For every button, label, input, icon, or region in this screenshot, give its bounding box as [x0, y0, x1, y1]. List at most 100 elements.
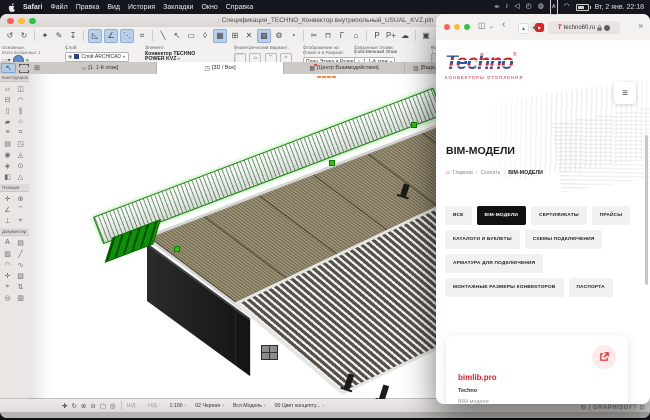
column-tool-icon[interactable]: ▯ [1, 105, 14, 116]
menu-item[interactable]: Вид [107, 4, 120, 11]
menu-item[interactable]: История [128, 4, 155, 11]
hotspot-tool-icon[interactable]: ✛ [1, 270, 14, 281]
zoom-in-icon[interactable]: ⊕ [81, 402, 86, 410]
shell-tool-icon[interactable]: ◠ [14, 94, 27, 105]
stair-tool-icon[interactable]: ≡ [1, 127, 14, 138]
filter-chip[interactable]: АРМАТУРА ДЛЯ ПОДКЛЮЧЕНИЯ [445, 254, 543, 273]
p-plus-icon[interactable]: P+ [385, 30, 397, 42]
quick-options-dropdown[interactable]: Вся Модель› [233, 403, 266, 409]
tab-floor-plan[interactable]: ▱ [1. 1-й этаж] [44, 62, 157, 74]
favicon-tree[interactable]: ▲ [518, 23, 529, 34]
apple-logo-icon[interactable] [8, 3, 16, 12]
slab-tool-icon[interactable]: ▰ [1, 116, 14, 127]
marquee-tool-icon[interactable] [17, 62, 30, 74]
active-app-name[interactable]: Safari [23, 4, 42, 11]
delete-x-icon[interactable]: ✕ [243, 30, 255, 42]
filter-chip[interactable]: СХЕМЫ ПОДКЛЮЧЕНИЯ [525, 230, 603, 249]
tab-overview-icon[interactable]: ⊞ [30, 62, 44, 74]
scrollbar[interactable] [645, 135, 649, 285]
section-tool-icon[interactable]: ⇅ [14, 281, 27, 292]
window-tool-icon[interactable]: ⊟ [1, 94, 14, 105]
worksheet-tool-icon[interactable]: ▥ [14, 292, 27, 303]
display-icon[interactable]: ⌯ [494, 0, 500, 14]
keyboard-layout-icon[interactable]: А [550, 0, 558, 15]
chevron-down-icon[interactable]: ⌄ [489, 23, 494, 30]
lock-icon[interactable]: ◊ [199, 30, 211, 42]
layer-dropdown[interactable]: ◉ Слой ARCHICAD ▸ [65, 52, 129, 62]
spline-tool-icon[interactable]: ∿ [14, 259, 27, 270]
quick-options-dropdown[interactable]: 1:100› [170, 403, 187, 409]
wifi-icon[interactable]: ◠ [564, 0, 570, 14]
morph-tool-icon[interactable]: ◈ [1, 160, 14, 171]
quick-options-dropdown[interactable]: 00 Цвет концепту...› [275, 403, 325, 409]
tab-interaction-center[interactable]: ▦ [Центр Взаимодействия] [284, 62, 405, 74]
radial-dimension-icon[interactable]: ⌔ [14, 204, 27, 215]
camera-tool-icon[interactable]: ⌖ [1, 281, 14, 292]
volume-icon[interactable]: ◁ [514, 0, 519, 14]
skylight-tool-icon[interactable]: ◧ [1, 171, 14, 182]
figure-tool-icon[interactable]: ▧ [14, 270, 27, 281]
breadcrumb-download[interactable]: Скачать [481, 170, 501, 176]
quick-options-dropdown[interactable]: Н/Д› [127, 403, 139, 409]
filter-chip[interactable]: СЕРТИФИКАТЫ [531, 206, 587, 225]
close-button[interactable] [444, 24, 450, 30]
object-tool-icon[interactable]: △ [14, 171, 27, 182]
snap-points-icon[interactable]: ⋱ [120, 29, 134, 43]
quick-options-dropdown[interactable]: Н/Д› [148, 403, 160, 409]
angle-dimension-icon[interactable]: ∠ [1, 204, 14, 215]
groups-icon[interactable]: ▦ [213, 29, 227, 43]
quick-options-dropdown[interactable]: 02 Черная› [195, 403, 224, 409]
shield-icon[interactable]: ◍ [538, 0, 544, 14]
schedule-table-icon[interactable]: ⊞ [229, 30, 241, 42]
fill-tool-icon[interactable]: ▨ [1, 248, 14, 259]
home-story-icon[interactable]: ⌂ [350, 30, 362, 42]
curtain-wall-tool-icon[interactable]: ▤ [1, 138, 14, 149]
time-machine-icon[interactable]: ◴ [526, 0, 532, 14]
cloud-icon[interactable]: ☁ [399, 30, 411, 42]
sidebar-icon[interactable]: ◫ [478, 21, 486, 30]
pan-icon[interactable]: ✚ [62, 402, 67, 410]
adjust-icon[interactable]: ⊓ [322, 30, 334, 42]
tab-3d-all[interactable]: ◳ [3D / Все] [157, 62, 284, 74]
magic-grid-icon[interactable]: ▩ [257, 29, 271, 43]
arrow-cursor-icon[interactable]: ↖ [171, 30, 183, 42]
overflow-chevron-icon[interactable]: » [639, 21, 643, 30]
minimize-button[interactable] [454, 24, 460, 30]
home-icon[interactable]: ⌂ [446, 170, 450, 176]
guide-lines-icon[interactable]: ◺ [88, 29, 102, 43]
arrow-tool-icon[interactable]: ↖ [1, 63, 16, 73]
address-bar[interactable]: T techno60.ru [548, 21, 620, 34]
beam-tool-icon[interactable]: ∥ [14, 105, 27, 116]
battery-icon[interactable] [576, 4, 589, 11]
text-tool-icon[interactable]: A [1, 237, 14, 248]
p-label-icon[interactable]: P [371, 30, 383, 42]
breadcrumb-home[interactable]: Главная [453, 170, 473, 176]
dimension-tool-icon[interactable]: ✛ [1, 193, 14, 204]
fillet-icon[interactable]: Γ [336, 30, 348, 42]
orbit-icon[interactable]: ↻ [71, 402, 76, 410]
snap-reference-icon[interactable]: ∠ [104, 29, 118, 43]
pick-up-parameters-icon[interactable]: ✎ [53, 30, 65, 42]
selection-hotspot[interactable] [174, 246, 180, 252]
back-icon[interactable]: ‹ [502, 19, 505, 30]
filter-chip[interactable]: ПАСПОРТА [569, 278, 613, 297]
menu-item[interactable]: Окно [201, 4, 217, 11]
door-tool-icon[interactable]: ◫ [14, 83, 27, 94]
lamp-tool-icon[interactable]: ◉ [1, 149, 14, 160]
zone-tool-icon[interactable]: ◳ [14, 138, 27, 149]
snap-grid-icon[interactable]: ⌗ [136, 30, 148, 42]
menu-item[interactable]: Правка [76, 4, 100, 11]
inject-parameters-icon[interactable]: ↧ [67, 30, 79, 42]
label-tool-icon[interactable]: ▤ [14, 237, 27, 248]
techno-logo[interactable]: Techno® КОНВЕКТОРЫ ОТОПЛЕНИЯ [445, 52, 523, 80]
elevation-tool-icon[interactable]: ⊥ [1, 215, 14, 226]
trim-scissors-icon[interactable]: ✂ [308, 30, 320, 42]
favorites-icon[interactable]: ✦ [39, 30, 51, 42]
favicon-youtube[interactable]: ▶ [535, 23, 544, 32]
safari-toolbar[interactable]: ◫ ⌄ ‹ ▲ ◆ ▶ T techno60.ru » [436, 14, 650, 41]
bluetooth-icon[interactable]: ≀ [506, 0, 509, 14]
explore-icon[interactable]: ◎ [110, 402, 116, 410]
wall-tool-icon[interactable]: ▱ [1, 83, 14, 94]
external-link-button[interactable] [592, 345, 616, 369]
filter-chip[interactable]: ВСЕ [445, 206, 472, 225]
